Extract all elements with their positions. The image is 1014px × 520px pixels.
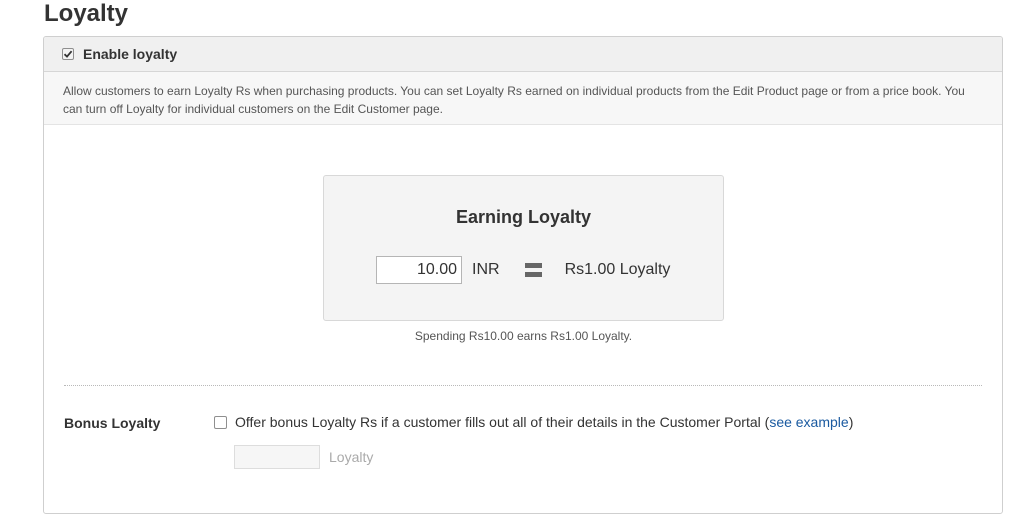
bonus-offer-text-pre: Offer bonus Loyalty Rs if a customer fil…	[235, 414, 770, 430]
bonus-amount-row: Loyalty	[234, 445, 373, 469]
bonus-offer-text-post: )	[848, 414, 854, 430]
loyalty-description: Allow customers to earn Loyalty Rs when …	[44, 72, 1002, 125]
bonus-unit-label: Loyalty	[329, 449, 374, 465]
bonus-offer-row: Offer bonus Loyalty Rs if a customer fil…	[214, 414, 853, 430]
description-line-1: Allow customers to earn Loyalty Rs when …	[63, 84, 965, 98]
earning-rate-row: INR Rs1.00 Loyalty	[376, 256, 670, 284]
enable-loyalty-checkbox[interactable]	[62, 48, 74, 60]
spend-amount-input[interactable]	[376, 256, 462, 284]
earning-loyalty-title: Earning Loyalty	[455, 207, 592, 227]
see-example-link[interactable]: see example	[769, 414, 848, 430]
earning-loyalty-box: Earning Loyalty INR Rs1.00 Loyalty	[323, 175, 724, 321]
panel-header: Enable loyalty	[44, 37, 1002, 72]
bonus-offer-text[interactable]: Offer bonus Loyalty Rs if a customer fil…	[235, 414, 853, 430]
loyalty-panel: Enable loyalty Allow customers to earn L…	[43, 36, 1003, 514]
bonus-loyalty-checkbox[interactable]	[214, 415, 227, 429]
section-divider	[64, 385, 982, 386]
enable-loyalty-label[interactable]: Enable loyalty	[83, 46, 177, 62]
bonus-amount-input[interactable]	[234, 445, 320, 469]
page-title: Loyalty	[44, 0, 129, 27]
earning-summary-note: Spending Rs10.00 earns Rs1.00 Loyalty.	[414, 329, 633, 343]
checkmark-icon	[63, 50, 73, 58]
loyalty-earned-value: Rs1.00 Loyalty	[564, 261, 671, 278]
bonus-loyalty-label: Bonus Loyalty	[64, 415, 161, 431]
description-line-2: can turn off Loyalty for individual cust…	[63, 102, 443, 116]
equals-icon	[524, 263, 542, 277]
currency-label: INR	[472, 261, 500, 278]
